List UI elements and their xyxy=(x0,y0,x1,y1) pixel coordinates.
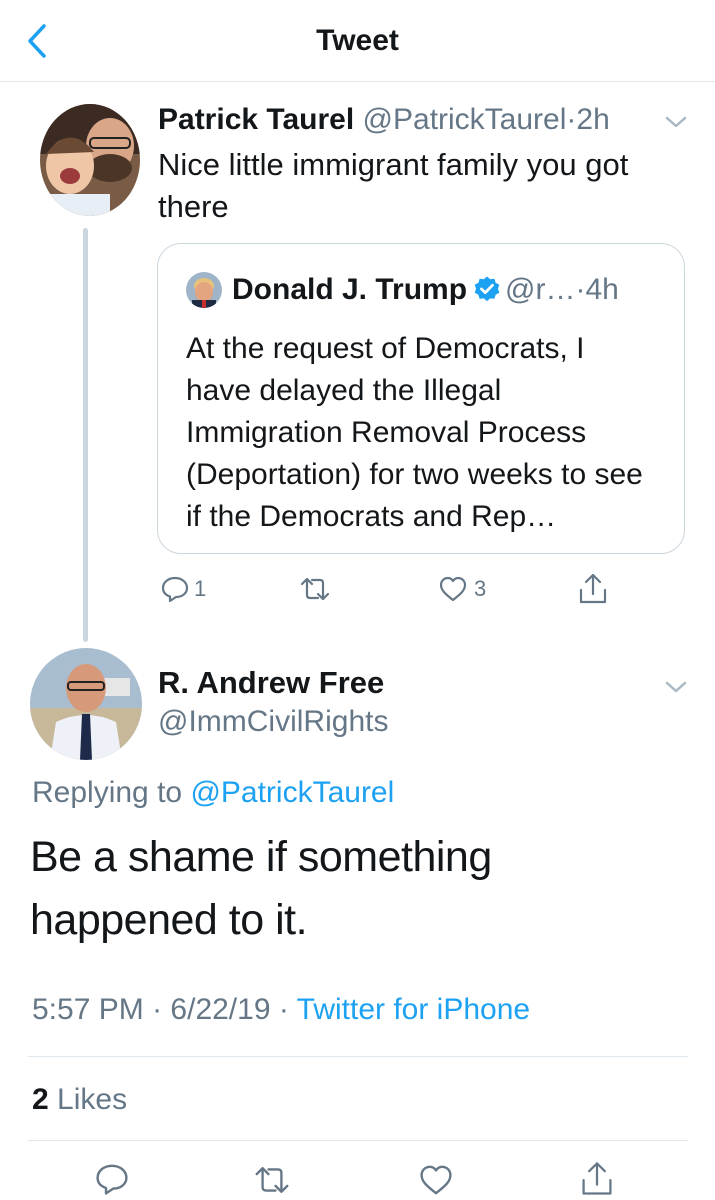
quoted-tweet-card[interactable]: Donald J. Trump @r…·4h At the request of… xyxy=(157,243,685,554)
retweet-icon xyxy=(300,577,330,601)
quoted-author-name: Donald J. Trump xyxy=(232,273,468,306)
quoted-avatar xyxy=(186,272,222,308)
quoted-tweet-text: At the request of Democrats, I have dela… xyxy=(186,332,643,533)
tweet-menu-button[interactable] xyxy=(663,678,689,696)
chevron-down-icon xyxy=(665,116,687,128)
retweet-button[interactable] xyxy=(252,1163,292,1197)
author-handle[interactable]: @ImmCivilRights xyxy=(158,703,388,741)
share-button[interactable] xyxy=(580,1160,614,1198)
separator-dot: · xyxy=(566,103,577,136)
share-icon xyxy=(579,573,607,604)
separator-dot: · xyxy=(278,993,289,1026)
author-name[interactable]: Patrick Taurel xyxy=(158,103,354,136)
likes-label: Likes xyxy=(57,1083,128,1116)
tweet-text: Be a shame if something happened to it. xyxy=(30,833,492,944)
quoted-author-handle: @r… xyxy=(505,273,576,306)
tweet-menu-button[interactable] xyxy=(663,113,689,131)
like-button[interactable]: 3 xyxy=(438,575,486,603)
quoted-tweet-header: Donald J. Trump @r…·4h xyxy=(232,272,619,308)
reply-icon xyxy=(96,1164,128,1195)
divider xyxy=(28,1056,688,1057)
avatar-trump-image xyxy=(186,272,222,308)
tweet-time: 2h xyxy=(576,103,610,136)
source-link[interactable]: Twitter for iPhone xyxy=(297,993,530,1026)
thread-connector-line xyxy=(83,228,88,642)
tweet-time: 5:57 PM xyxy=(32,993,144,1026)
verified-badge-icon xyxy=(474,276,500,302)
chevron-down-icon xyxy=(665,681,687,693)
separator-dot: · xyxy=(152,993,163,1026)
tweet-header: Patrick Taurel @PatrickTaurel·2h xyxy=(158,102,610,138)
share-icon xyxy=(582,1162,612,1195)
quoted-tweet-time: 4h xyxy=(585,273,619,306)
author-name[interactable]: R. Andrew Free xyxy=(158,664,384,702)
retweet-icon xyxy=(255,1167,289,1193)
avatar[interactable] xyxy=(30,648,142,760)
retweet-button[interactable] xyxy=(298,575,332,603)
separator-dot: · xyxy=(575,273,586,306)
tweet-date: 6/22/19 xyxy=(170,993,271,1026)
author-handle[interactable]: @PatrickTaurel xyxy=(363,103,567,136)
tweet-meta: 5:57 PM · 6/22/19 · Twitter for iPhone xyxy=(32,991,530,1029)
reply-button[interactable] xyxy=(94,1161,130,1197)
share-button[interactable] xyxy=(578,572,608,606)
top-bar: Tweet xyxy=(0,0,715,82)
like-count: 3 xyxy=(474,576,487,601)
reply-count: 1 xyxy=(194,576,207,601)
likes-count-row[interactable]: 2 Likes xyxy=(32,1081,127,1119)
reply-button[interactable]: 1 xyxy=(160,574,206,604)
heart-icon xyxy=(439,576,467,602)
replying-to: Replying to @PatrickTaurel xyxy=(32,774,394,812)
avatar-andrew-image xyxy=(30,648,142,760)
avatar[interactable] xyxy=(40,104,140,216)
heart-icon xyxy=(420,1165,452,1195)
replying-prefix: Replying to xyxy=(32,776,183,809)
page-title: Tweet xyxy=(316,24,399,57)
tweet-text: Nice little immigrant family you got the… xyxy=(158,147,629,224)
like-button[interactable] xyxy=(418,1163,454,1197)
replying-to-link[interactable]: @PatrickTaurel xyxy=(190,776,394,809)
avatar-patrick-image xyxy=(40,104,140,216)
reply-icon xyxy=(161,576,189,603)
likes-count: 2 xyxy=(32,1083,49,1116)
divider xyxy=(28,1140,688,1141)
